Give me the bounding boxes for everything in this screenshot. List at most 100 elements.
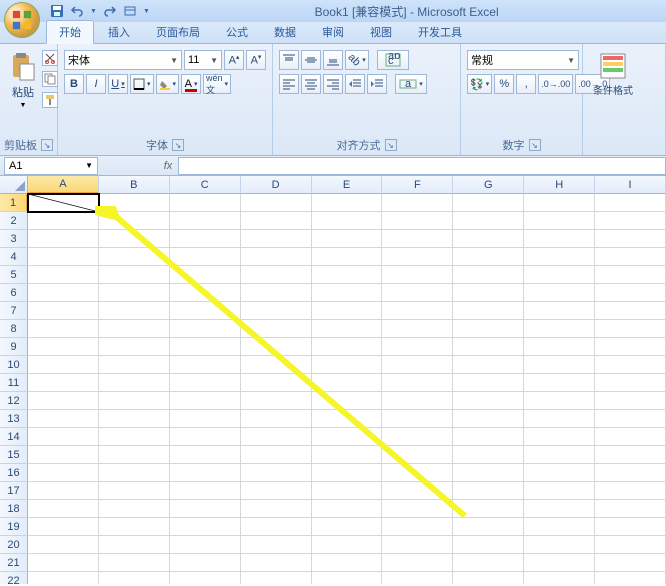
cell[interactable] xyxy=(453,212,524,230)
decrease-indent-button[interactable] xyxy=(345,74,365,94)
cell[interactable] xyxy=(453,374,524,392)
cell[interactable] xyxy=(170,194,241,212)
cell[interactable] xyxy=(241,518,312,536)
row-header[interactable]: 19 xyxy=(0,518,28,536)
cell[interactable] xyxy=(382,248,453,266)
cell[interactable] xyxy=(453,554,524,572)
cell[interactable] xyxy=(524,536,595,554)
column-header[interactable]: B xyxy=(99,176,170,194)
grow-font-button[interactable]: A▴ xyxy=(224,50,244,70)
cell[interactable] xyxy=(99,500,170,518)
align-top-button[interactable] xyxy=(279,50,299,70)
cell[interactable] xyxy=(524,194,595,212)
cell[interactable] xyxy=(595,320,666,338)
column-header[interactable]: A xyxy=(28,176,99,194)
cell[interactable] xyxy=(99,536,170,554)
tab-review[interactable]: 审阅 xyxy=(310,21,356,43)
cell[interactable] xyxy=(453,392,524,410)
row-header[interactable]: 18 xyxy=(0,500,28,518)
cell[interactable] xyxy=(28,464,99,482)
cell[interactable] xyxy=(524,410,595,428)
cell[interactable] xyxy=(312,194,383,212)
cell[interactable] xyxy=(382,266,453,284)
cell[interactable] xyxy=(99,338,170,356)
cell[interactable] xyxy=(28,410,99,428)
cell[interactable] xyxy=(241,464,312,482)
cell[interactable] xyxy=(241,230,312,248)
cell[interactable] xyxy=(28,320,99,338)
number-format-combo[interactable]: 常规▼ xyxy=(467,50,579,70)
cell[interactable] xyxy=(99,302,170,320)
row-header[interactable]: 11 xyxy=(0,374,28,392)
cell[interactable] xyxy=(382,356,453,374)
cell[interactable] xyxy=(382,410,453,428)
cell[interactable] xyxy=(28,356,99,374)
cell[interactable] xyxy=(382,518,453,536)
row-header[interactable]: 7 xyxy=(0,302,28,320)
align-bottom-button[interactable] xyxy=(323,50,343,70)
font-dialog-launcher[interactable]: ↘ xyxy=(172,139,184,151)
cell[interactable] xyxy=(524,464,595,482)
cell[interactable] xyxy=(241,428,312,446)
tab-data[interactable]: 数据 xyxy=(262,21,308,43)
row-header[interactable]: 10 xyxy=(0,356,28,374)
cell[interactable] xyxy=(382,392,453,410)
cell[interactable] xyxy=(524,572,595,584)
cell[interactable] xyxy=(170,338,241,356)
clipboard-dialog-launcher[interactable]: ↘ xyxy=(41,139,53,151)
cell[interactable] xyxy=(241,572,312,584)
cell[interactable] xyxy=(99,464,170,482)
cell[interactable] xyxy=(99,428,170,446)
row-header[interactable]: 21 xyxy=(0,554,28,572)
cell[interactable] xyxy=(312,374,383,392)
border-button[interactable]: ▾ xyxy=(130,74,154,94)
cell[interactable] xyxy=(595,428,666,446)
cell[interactable] xyxy=(524,356,595,374)
cell[interactable] xyxy=(312,230,383,248)
tab-view[interactable]: 视图 xyxy=(358,21,404,43)
row-header[interactable]: 2 xyxy=(0,212,28,230)
cell[interactable] xyxy=(382,554,453,572)
cell[interactable] xyxy=(170,284,241,302)
cell[interactable] xyxy=(28,500,99,518)
column-header[interactable]: C xyxy=(170,176,241,194)
cell[interactable] xyxy=(241,320,312,338)
cell[interactable] xyxy=(312,356,383,374)
cell[interactable] xyxy=(595,464,666,482)
cell[interactable] xyxy=(524,302,595,320)
cell[interactable] xyxy=(524,320,595,338)
cell[interactable] xyxy=(595,194,666,212)
cell[interactable] xyxy=(241,392,312,410)
cell[interactable] xyxy=(312,554,383,572)
cell[interactable] xyxy=(312,212,383,230)
cell[interactable] xyxy=(170,410,241,428)
cell[interactable] xyxy=(595,410,666,428)
comma-button[interactable]: , xyxy=(516,74,536,94)
cell[interactable] xyxy=(241,302,312,320)
cell[interactable] xyxy=(524,500,595,518)
cell[interactable] xyxy=(453,284,524,302)
cell[interactable] xyxy=(453,248,524,266)
cell[interactable] xyxy=(453,446,524,464)
cell[interactable] xyxy=(170,356,241,374)
cell[interactable] xyxy=(241,482,312,500)
shrink-font-button[interactable]: A▾ xyxy=(246,50,266,70)
column-header[interactable]: D xyxy=(241,176,312,194)
increase-indent-button[interactable] xyxy=(367,74,387,94)
cell[interactable] xyxy=(524,446,595,464)
cell[interactable] xyxy=(595,266,666,284)
font-size-combo[interactable]: 11▼ xyxy=(184,50,222,70)
cell[interactable] xyxy=(312,338,383,356)
cell[interactable] xyxy=(453,194,524,212)
cell[interactable] xyxy=(382,536,453,554)
cell[interactable] xyxy=(312,320,383,338)
cell[interactable] xyxy=(453,230,524,248)
cell[interactable] xyxy=(28,230,99,248)
row-header[interactable]: 5 xyxy=(0,266,28,284)
orientation-button[interactable]: ab▾ xyxy=(345,50,369,70)
align-left-button[interactable] xyxy=(279,74,299,94)
row-header[interactable]: 9 xyxy=(0,338,28,356)
cell[interactable] xyxy=(453,482,524,500)
cell[interactable] xyxy=(99,554,170,572)
cell[interactable] xyxy=(99,194,170,212)
